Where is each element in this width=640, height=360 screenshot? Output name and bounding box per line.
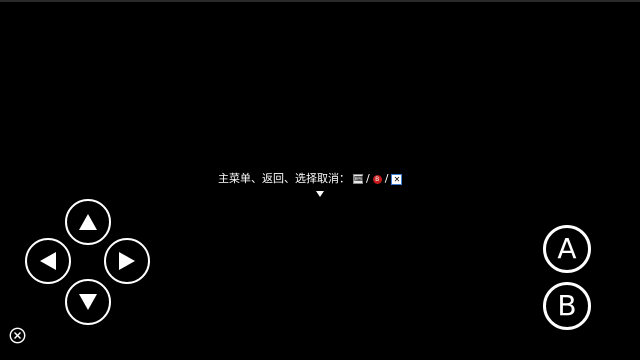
red-b-button-icon: B [372, 174, 382, 184]
x-key-icon: ✕ [391, 173, 403, 185]
menu-hint-message: 主菜单、返回、选择取消： ⌨ / B / ✕ [218, 171, 403, 187]
top-border [0, 0, 640, 2]
a-button[interactable]: A [543, 225, 591, 273]
separator: / [366, 172, 370, 185]
keyboard-key-icon: ⌨ [353, 174, 365, 184]
triangle-up-icon [79, 214, 97, 230]
dpad-left-button[interactable] [25, 238, 71, 284]
separator: / [384, 172, 389, 185]
game-screen[interactable]: 主菜单、返回、选择取消： ⌨ / B / ✕ A B [0, 0, 640, 360]
triangle-right-icon [119, 252, 135, 270]
b-button[interactable]: B [543, 282, 591, 330]
menu-hint-text: 主菜单、返回、选择取消： [218, 172, 350, 185]
dpad-up-button[interactable] [65, 199, 111, 245]
close-circle-icon[interactable] [9, 327, 26, 344]
triangle-down-icon [79, 294, 97, 310]
dpad-right-button[interactable] [104, 238, 150, 284]
triangle-left-icon [40, 252, 56, 270]
dpad-down-button[interactable] [65, 279, 111, 325]
down-arrow-cursor-icon [316, 191, 324, 197]
